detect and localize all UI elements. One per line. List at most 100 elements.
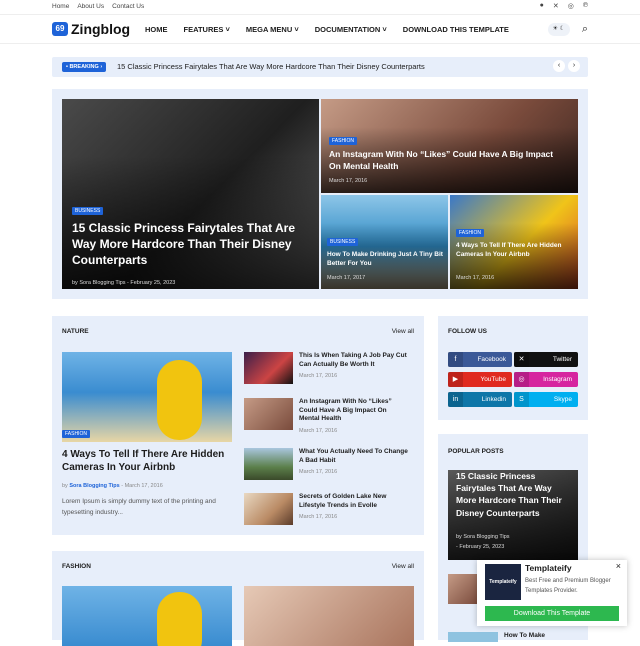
post-thumbnail[interactable] (244, 448, 293, 480)
section-heading: FOLLOW US (448, 328, 487, 335)
breaking-headline[interactable]: 15 Classic Princess Fairytales That Are … (117, 62, 425, 71)
x-icon[interactable]: ✕ (553, 2, 559, 10)
hero-post-top-right[interactable]: FASHION An Instagram With No “Likes” Cou… (321, 99, 578, 193)
section-heading: NATURE (62, 328, 89, 335)
skype-button[interactable]: S Skype (514, 392, 578, 407)
nav-download[interactable]: DOWNLOAD THIS TEMPLATE (403, 25, 509, 34)
view-all-link[interactable]: View all (392, 563, 414, 570)
post-title[interactable]: How To Make (504, 632, 545, 639)
nav-home[interactable]: HOME (145, 25, 168, 34)
follow-us-widget: FOLLOW US f Facebook ✕ Twitter ▶ YouTube ◎ I… (438, 316, 588, 420)
post-image[interactable] (62, 586, 232, 646)
nav-features[interactable]: FEATURES ˅ (184, 25, 230, 34)
twitter-button[interactable]: ✕ Twitter (514, 352, 578, 367)
list-item[interactable]: An Instagram With No “Likes” Could Have … (244, 398, 416, 438)
view-all-link[interactable]: View all (392, 328, 414, 335)
youtube-icon: ▶ (448, 372, 463, 387)
next-arrow-icon[interactable]: › (568, 60, 580, 72)
site-logo[interactable]: 69 Zingblog (52, 21, 130, 37)
top-bar: Home About Us Contact Us ● ✕ ◎ ℗ (0, 0, 640, 14)
post-title[interactable]: This Is When Taking A Job Pay Cut Can Ac… (299, 352, 409, 369)
search-icon[interactable]: ⌕ (582, 23, 588, 36)
list-item[interactable]: This Is When Taking A Job Pay Cut Can Ac… (244, 352, 416, 388)
logo-text: Zingblog (71, 21, 131, 37)
list-item[interactable]: What You Actually Need To Change A Bad H… (244, 448, 416, 484)
prev-arrow-icon[interactable]: ‹ (553, 60, 565, 72)
post-thumbnail[interactable] (244, 352, 293, 384)
main-nav: HOME FEATURES ˅ MEGA MENU ˅ DOCUMENTATIO… (145, 25, 509, 34)
category-badge[interactable]: BUSINESS (72, 207, 104, 215)
facebook-button[interactable]: f Facebook (448, 352, 512, 367)
list-item[interactable]: Secrets of Golden Lake New Lifestyle Tre… (244, 493, 416, 529)
post-thumbnail[interactable] (448, 632, 498, 642)
hero-grid: BUSINESS 15 Classic Princess Fairytales … (52, 89, 588, 299)
post-date: March 17, 2016 (299, 469, 338, 475)
post-image[interactable] (244, 586, 414, 646)
post-title[interactable]: 4 Ways To Tell If There Are Hidden Camer… (456, 241, 574, 259)
post-title[interactable]: An Instagram With No “Likes” Could Have … (299, 398, 409, 424)
category-badge[interactable]: FASHION (456, 229, 484, 237)
breaking-tag: • BREAKING › (62, 62, 107, 72)
theme-toggle[interactable]: ☀ ☾ (547, 23, 570, 36)
feature-excerpt: Lorem Ipsum is simply dummy text of the … (62, 498, 216, 516)
x-icon: ✕ (514, 352, 529, 367)
logo-mark: 69 (52, 22, 68, 36)
category-badge[interactable]: FASHION (329, 137, 357, 145)
hero-post-bottom-right[interactable]: FASHION 4 Ways To Tell If There Are Hidd… (450, 195, 578, 289)
post-meta: March 17, 2017 (327, 275, 366, 281)
feature-meta: by Sora Blogging Tips - March 17, 2016 (62, 483, 163, 489)
post-thumbnail[interactable] (448, 574, 478, 604)
hero-post-bottom-left[interactable]: BUSINESS How To Make Drinking Just A Tin… (321, 195, 448, 289)
nav-link-contact[interactable]: Contact Us (112, 3, 144, 10)
popular-post-main[interactable]: 15 Classic Princess Fairytales That Are … (448, 470, 578, 560)
promo-popup: Templateify Templateify Best Free and Pr… (477, 560, 627, 626)
pinterest-icon[interactable]: ℗ (583, 2, 588, 10)
post-title[interactable]: 15 Classic Princess Fairytales That Are … (456, 470, 574, 519)
chevron-down-icon: ˅ (382, 25, 387, 34)
chevron-down-icon: ˅ (294, 25, 299, 34)
category-badge[interactable]: FASHION (62, 430, 90, 438)
instagram-icon[interactable]: ◎ (568, 2, 574, 10)
promo-thumbnail: Templateify (485, 564, 521, 600)
nav-documentation[interactable]: DOCUMENTATION ˅ (315, 25, 387, 34)
section-heading: FASHION (62, 563, 91, 570)
instagram-button[interactable]: ◎ Instagram (514, 372, 578, 387)
hero-main-post[interactable]: BUSINESS 15 Classic Princess Fairytales … (62, 99, 319, 289)
post-meta: by Sora Blogging Tips - February 25, 202… (72, 280, 176, 286)
promo-title: Templateify (525, 563, 572, 573)
post-title[interactable]: What You Actually Need To Change A Bad H… (299, 448, 409, 465)
promo-description: Best Free and Premium Blogger Templates … (525, 578, 611, 594)
fashion-section: FASHION View all (52, 551, 424, 646)
post-title[interactable]: 15 Classic Princess Fairytales That Are … (72, 220, 312, 268)
category-badge[interactable]: BUSINESS (327, 238, 359, 246)
linkedin-button[interactable]: in Linkedin (448, 392, 512, 407)
nature-section: NATURE View all FASHION 4 Ways To Tell I… (52, 316, 424, 535)
download-template-button[interactable]: Download This Template (485, 606, 619, 621)
breaking-news-bar: • BREAKING › 15 Classic Princess Fairyta… (52, 57, 588, 77)
youtube-button[interactable]: ▶ YouTube (448, 372, 512, 387)
post-title[interactable]: An Instagram With No “Likes” Could Have … (329, 149, 564, 172)
post-title[interactable]: How To Make Drinking Just A Tiny Bit Bet… (327, 250, 445, 268)
post-date: - February 25, 2023 (456, 544, 505, 550)
post-title[interactable]: Secrets of Golden Lake New Lifestyle Tre… (299, 493, 409, 510)
instagram-icon: ◎ (514, 372, 529, 387)
post-thumbnail[interactable] (244, 493, 293, 525)
post-meta: March 17, 2016 (456, 275, 495, 281)
linkedin-icon: in (448, 392, 463, 407)
facebook-icon[interactable]: ● (540, 2, 544, 10)
post-author: by Sora Blogging Tips (456, 534, 510, 540)
section-heading: POPULAR POSTS (448, 448, 504, 455)
nav-link-about[interactable]: About Us (77, 3, 104, 10)
chevron-down-icon: ˅ (225, 25, 230, 34)
post-thumbnail[interactable] (244, 398, 293, 430)
nav-link-home[interactable]: Home (52, 3, 69, 10)
post-date: March 17, 2016 (299, 428, 338, 434)
main-header: 69 Zingblog HOME FEATURES ˅ MEGA MENU ˅ … (0, 14, 640, 44)
feature-image[interactable]: FASHION (62, 352, 232, 442)
skype-icon: S (514, 392, 529, 407)
nav-mega-menu[interactable]: MEGA MENU ˅ (246, 25, 299, 34)
feature-title[interactable]: 4 Ways To Tell If There Are Hidden Camer… (62, 448, 232, 474)
close-icon[interactable]: × (616, 561, 621, 571)
facebook-icon: f (448, 352, 463, 367)
author-link[interactable]: Sora Blogging Tips (69, 483, 119, 489)
